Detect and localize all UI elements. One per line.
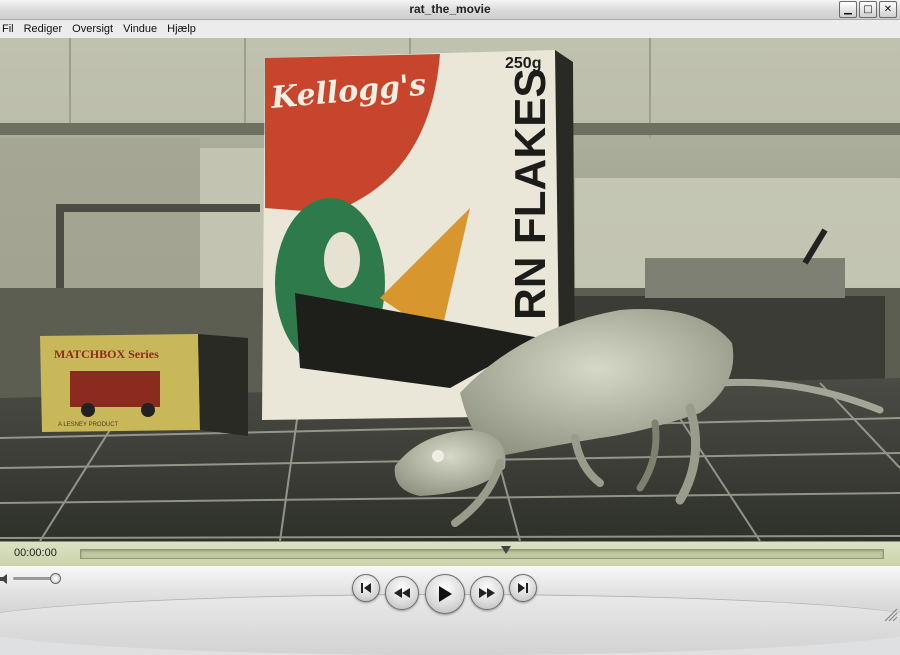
volume-control bbox=[0, 572, 70, 586]
menu-bar: Fil Rediger Oversigt Vindue Hjælp bbox=[0, 20, 900, 39]
menu-file[interactable]: Fil bbox=[0, 23, 19, 35]
rewind-button[interactable] bbox=[385, 576, 419, 610]
time-display: 00:00:00 bbox=[14, 547, 57, 559]
playhead[interactable] bbox=[501, 546, 512, 554]
play-icon bbox=[439, 586, 452, 602]
maximize-icon: □ bbox=[863, 3, 873, 15]
previous-button[interactable] bbox=[352, 574, 380, 602]
matchbox-sub: A LESNEY PRODUCT bbox=[58, 422, 119, 428]
cereal-name: RN FLAKES bbox=[506, 68, 555, 320]
menu-view[interactable]: Oversigt bbox=[67, 23, 118, 35]
title-bar: rat_the_movie ▁ □ ✕ bbox=[0, 0, 900, 20]
window-controls: ▁ □ ✕ bbox=[839, 1, 897, 18]
maximize-button[interactable]: □ bbox=[859, 1, 877, 18]
skip-forward-icon bbox=[518, 583, 528, 593]
rewind-icon bbox=[394, 588, 410, 598]
play-button[interactable] bbox=[425, 574, 465, 614]
video-frame[interactable]: MATCHBOX Series A LESNEY PRODUCT Kellogg… bbox=[0, 38, 900, 541]
menu-help[interactable]: Hjælp bbox=[162, 23, 201, 35]
window-title: rat_the_movie bbox=[409, 2, 491, 16]
timeline-bar: 00:00:00 bbox=[0, 541, 900, 567]
next-button[interactable] bbox=[509, 574, 537, 602]
video-scene: MATCHBOX Series A LESNEY PRODUCT Kellogg… bbox=[0, 38, 900, 541]
close-icon: ✕ bbox=[883, 3, 893, 15]
resize-grip-icon[interactable] bbox=[882, 606, 898, 622]
menu-edit[interactable]: Rediger bbox=[19, 23, 68, 35]
skip-back-icon bbox=[361, 583, 371, 593]
volume-knob[interactable] bbox=[49, 573, 61, 584]
close-button[interactable]: ✕ bbox=[879, 1, 897, 18]
menu-window[interactable]: Vindue bbox=[118, 23, 162, 35]
minimize-icon: ▁ bbox=[844, 3, 852, 15]
matchbox-label: MATCHBOX Series bbox=[54, 347, 159, 361]
fast-forward-icon bbox=[479, 588, 495, 598]
fast-forward-button[interactable] bbox=[470, 576, 504, 610]
minimize-button[interactable]: ▁ bbox=[839, 1, 857, 18]
seek-track[interactable] bbox=[80, 549, 884, 559]
speaker-icon bbox=[0, 574, 7, 584]
control-panel bbox=[0, 566, 900, 655]
